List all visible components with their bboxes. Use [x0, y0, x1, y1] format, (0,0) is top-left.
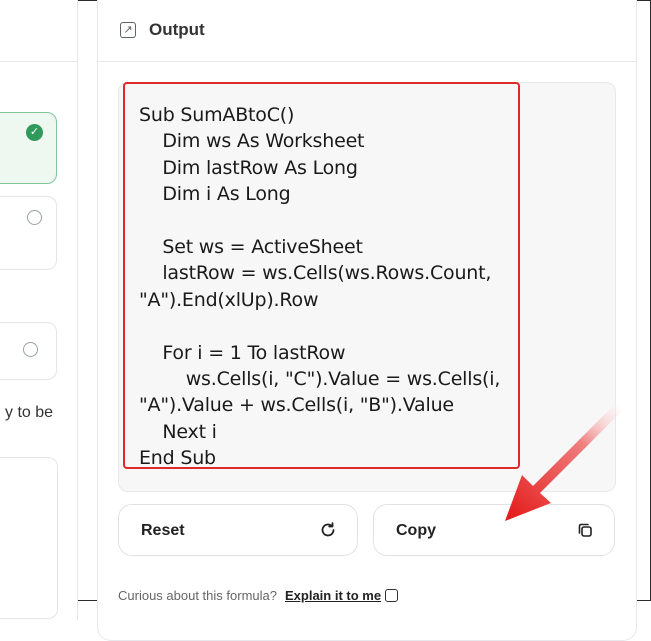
annotation-arrow-icon: [505, 404, 622, 521]
